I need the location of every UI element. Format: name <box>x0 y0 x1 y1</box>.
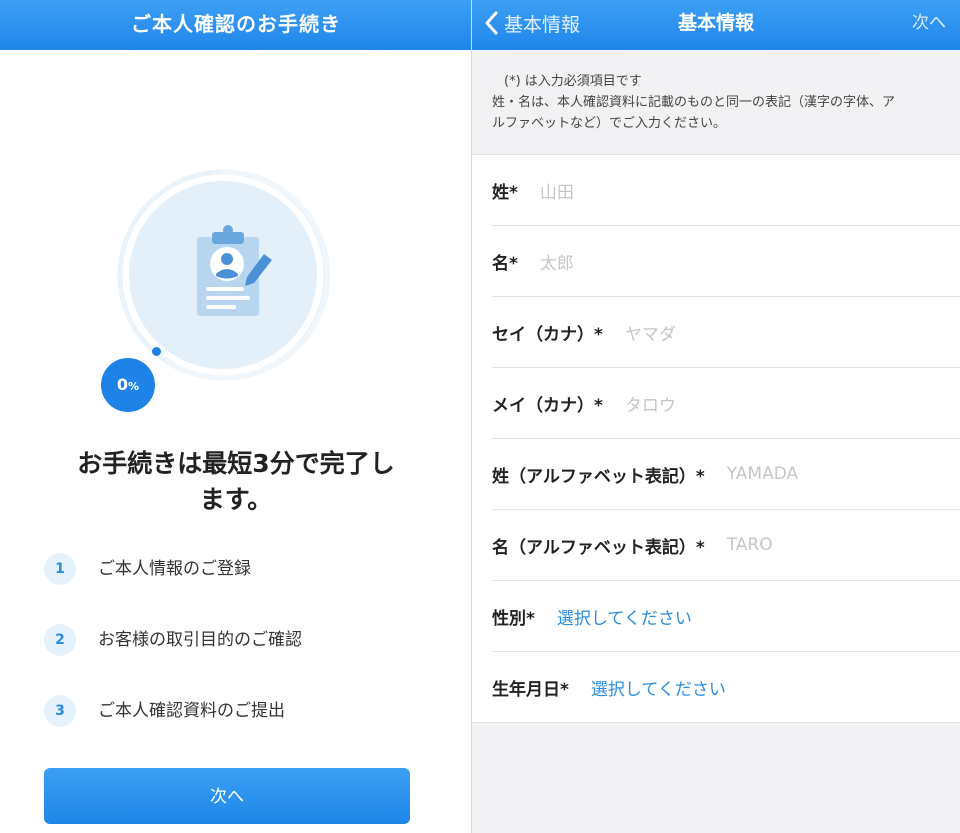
field-label: セイ（カナ）* <box>492 324 603 345</box>
field-label: 名* <box>492 253 518 274</box>
header-next-button[interactable]: 次へ <box>912 0 946 46</box>
field-gender[interactable]: 性別* 選択してください <box>492 581 960 652</box>
basic-info-screen: 基本情報 基本情報 次へ (*) は入力必須項目です 姓・名は、本人確認資料に記… <box>472 0 960 833</box>
first-name-kana-input[interactable]: タロウ <box>625 391 676 416</box>
field-label: 姓* <box>492 182 518 203</box>
step-number: 2 <box>44 624 76 656</box>
next-button[interactable]: 次へ <box>44 768 410 824</box>
field-label: 生年月日* <box>492 679 569 700</box>
field-last-name[interactable]: 姓* 山田 <box>492 155 960 226</box>
step-label: ご本人情報のご登録 <box>98 559 251 579</box>
field-first-name[interactable]: 名* 太郎 <box>492 226 960 297</box>
field-first-name-kana[interactable]: メイ（カナ）* タロウ <box>492 368 960 439</box>
field-label: メイ（カナ）* <box>492 395 603 416</box>
headline-line-1: お手続きは最短3分で完了し <box>77 449 395 478</box>
field-birthdate[interactable]: 生年月日* 選択してください <box>472 652 960 723</box>
last-name-alphabet-input[interactable]: YAMADA <box>727 464 798 484</box>
progress-badge-tail <box>152 347 161 356</box>
intro-screen: ご本人確認のお手続き 0% お手続きは最短3分で完了し ます。 1 ご本人情報の… <box>0 0 472 833</box>
field-last-name-kana[interactable]: セイ（カナ）* ヤマダ <box>492 297 960 368</box>
first-name-alphabet-input[interactable]: TARO <box>727 535 773 555</box>
intro-header: ご本人確認のお手続き <box>0 0 472 50</box>
last-name-kana-input[interactable]: ヤマダ <box>625 320 676 345</box>
screen: ご本人確認のお手続き 0% お手続きは最短3分で完了し ます。 1 ご本人情報の… <box>0 0 960 833</box>
required-notice: (*) は入力必須項目です 姓・名は、本人確認資料に記載のものと同一の表記（漢字… <box>472 50 960 134</box>
field-label: 名（アルファベット表記）* <box>492 537 705 558</box>
progress-value: 0 <box>116 375 129 394</box>
headline-line-2: ます。 <box>199 485 273 514</box>
step-item: 1 ご本人情報のご登録 <box>44 553 444 624</box>
progress-badge: 0% <box>101 358 155 412</box>
basic-info-header: 基本情報 基本情報 次へ <box>472 0 960 50</box>
step-list: 1 ご本人情報のご登録 2 お客様の取引目的のご確認 3 ご本人確認資料のご提出 <box>44 553 444 766</box>
headline: お手続きは最短3分で完了し ます。 <box>30 446 442 518</box>
step-label: ご本人確認資料のご提出 <box>98 701 285 721</box>
field-last-name-alphabet[interactable]: 姓（アルファベット表記）* YAMADA <box>492 439 960 510</box>
step-number: 3 <box>44 695 76 727</box>
notice-line-1: (*) は入力必須項目です <box>504 74 642 89</box>
last-name-input[interactable]: 山田 <box>540 178 574 203</box>
birthdate-select[interactable]: 選択してください <box>591 675 726 700</box>
clipboard-profile-icon <box>117 169 331 381</box>
step-label: お客様の取引目的のご確認 <box>98 630 302 650</box>
progress-unit: % <box>128 380 140 393</box>
first-name-input[interactable]: 太郎 <box>540 249 574 274</box>
gender-select[interactable]: 選択してください <box>557 604 692 629</box>
basic-info-title: 基本情報 <box>677 12 754 34</box>
notice-line-2: 姓・名は、本人確認資料に記載のものと同一の表記（漢字の字体、ア <box>492 95 896 110</box>
field-first-name-alphabet[interactable]: 名（アルファベット表記）* TARO <box>492 510 960 581</box>
step-item: 2 お客様の取引目的のご確認 <box>44 624 444 695</box>
field-label: 性別* <box>492 608 535 629</box>
step-item: 3 ご本人確認資料のご提出 <box>44 695 444 766</box>
field-label: 姓（アルファベット表記）* <box>492 466 705 487</box>
basic-info-form: 姓* 山田 名* 太郎 セイ（カナ）* ヤマダ メイ（カナ）* タロウ 姓（アル… <box>472 154 960 723</box>
step-number: 1 <box>44 553 76 585</box>
notice-line-3: ルファベットなど）でご入力ください。 <box>492 116 727 131</box>
intro-title: ご本人確認のお手続き <box>131 12 341 36</box>
